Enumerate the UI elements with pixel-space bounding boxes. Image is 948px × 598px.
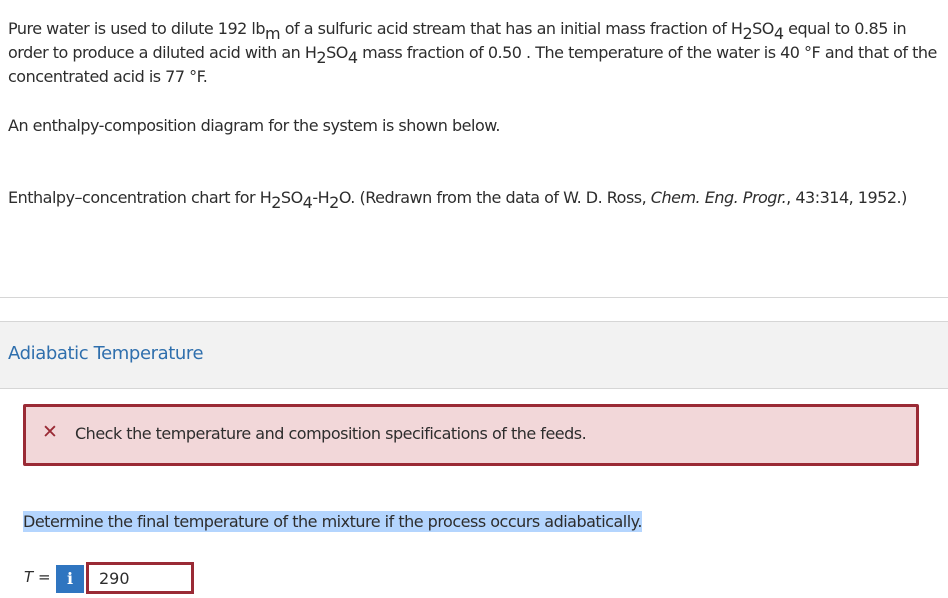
intro-text: Pure water is used to dilute 192 lb bbox=[8, 19, 266, 38]
equals-sign: = bbox=[33, 568, 51, 586]
info-icon[interactable]: i bbox=[56, 565, 84, 593]
section-header: Adiabatic Temperature bbox=[0, 321, 948, 389]
formula-subscript: 4 bbox=[773, 24, 784, 43]
intro-text: of a sulfuric acid stream that has an in… bbox=[280, 19, 743, 38]
caption-text: Enthalpy–concentration chart for H bbox=[8, 188, 272, 207]
formula-subscript: 2 bbox=[316, 48, 327, 67]
formula-subscript: 2 bbox=[271, 193, 281, 212]
diagram-intro: An enthalpy-composition diagram for the … bbox=[8, 116, 500, 135]
answer-label: T = bbox=[24, 568, 51, 586]
formula-subscript: 2 bbox=[329, 193, 339, 212]
question-text: Determine the final temperature of the m… bbox=[23, 511, 642, 532]
variable-name: T bbox=[24, 568, 34, 586]
intro-text: SO bbox=[326, 43, 348, 62]
figure-caption: Enthalpy–concentration chart for H2SO4-H… bbox=[8, 186, 938, 212]
intro-text: SO bbox=[752, 19, 774, 38]
temperature-answer-input[interactable] bbox=[86, 562, 194, 594]
formula-subscript: 4 bbox=[347, 48, 358, 67]
problem-statement: Pure water is used to dilute 192 lbm of … bbox=[8, 17, 938, 89]
journal-name: Chem. Eng. Progr. bbox=[650, 188, 787, 207]
caption-text: SO bbox=[280, 188, 303, 207]
section-divider bbox=[0, 297, 948, 298]
caption-text: -H bbox=[312, 188, 330, 207]
section-title: Adiabatic Temperature bbox=[8, 343, 204, 364]
unit-subscript: m bbox=[265, 24, 281, 43]
formula-subscript: 2 bbox=[742, 24, 753, 43]
formula-subscript: 4 bbox=[302, 193, 313, 212]
x-icon: ✕ bbox=[42, 421, 58, 443]
feedback-message: Check the temperature and composition sp… bbox=[75, 424, 587, 443]
caption-text: O. (Redrawn from the data of W. D. Ross, bbox=[338, 188, 651, 207]
feedback-alert: ✕ Check the temperature and composition … bbox=[23, 404, 919, 466]
caption-text: , 43:314, 1952.) bbox=[786, 188, 907, 207]
